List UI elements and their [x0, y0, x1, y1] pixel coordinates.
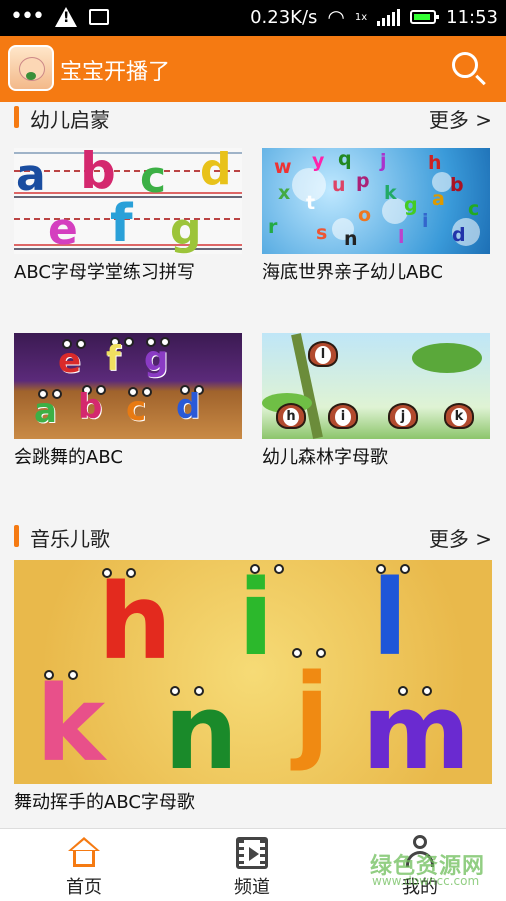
app-bar: 宝宝开播了	[0, 36, 506, 102]
thumb-letter: x	[278, 182, 291, 204]
section-accent-bar	[14, 525, 19, 547]
watermark-subtext: www.downcc.com	[372, 874, 480, 888]
video-card[interactable]: w y q j h x u p k b t g a s o c r n l d …	[262, 148, 490, 288]
signal-icon	[377, 8, 401, 26]
thumb-letter: g	[170, 204, 202, 254]
app-title: 宝宝开播了	[60, 60, 171, 85]
thumb-letter: a	[432, 188, 445, 210]
thumb-letter: j	[294, 651, 330, 773]
thumb-letter: c	[140, 152, 167, 203]
video-thumbnail[interactable]: l h i j k	[262, 333, 490, 439]
thumb-letter: i	[335, 408, 351, 426]
section-header-music: 音乐儿歌 更多 >	[0, 521, 506, 551]
video-caption[interactable]: 幼儿森林字母歌	[262, 443, 388, 469]
thumb-letter: d	[200, 148, 232, 195]
image-icon	[88, 9, 109, 25]
thumb-letter: o	[358, 204, 372, 226]
thumb-letter: u	[332, 174, 346, 196]
battery-icon	[410, 10, 440, 24]
thumb-letter: k	[451, 408, 467, 426]
video-thumbnail[interactable]: w y q j h x u p k b t g a s o c r n l d …	[262, 148, 490, 254]
video-caption[interactable]: 会跳舞的ABC	[14, 443, 123, 469]
more-link[interactable]: 更多 >	[429, 523, 492, 552]
app-logo	[8, 45, 54, 91]
thumb-letter: a	[16, 150, 46, 201]
nav-label: 首页	[66, 877, 102, 898]
thumb-letter: b	[80, 148, 116, 200]
thumb-letter: c	[126, 389, 147, 429]
thumb-letter: d	[452, 224, 466, 246]
nav-home[interactable]: 首页	[0, 829, 168, 901]
section-accent-bar	[14, 106, 19, 128]
video-card[interactable]: l h i j k 幼儿森林字母歌	[262, 333, 490, 473]
thumb-letter: p	[356, 170, 370, 192]
search-icon[interactable]	[452, 52, 478, 78]
thumb-letter: i	[238, 560, 274, 679]
thumb-letter: f	[106, 339, 121, 379]
thumb-letter: a	[34, 391, 57, 431]
net-speed: 0.23K/s	[250, 6, 318, 28]
thumb-letter: l	[398, 226, 405, 248]
thumb-letter: e	[48, 204, 78, 254]
video-caption[interactable]: 舞动挥手的ABC字母歌	[14, 788, 195, 814]
thumb-letter: d	[176, 387, 201, 427]
thumb-letter: s	[316, 222, 328, 244]
video-card[interactable]: h i l k n j m 舞动挥手的ABC字母歌	[14, 560, 492, 814]
video-thumbnail[interactable]: e f g a b c d	[14, 333, 242, 439]
wifi-icon: ◠	[327, 5, 345, 29]
signal-label: 1x	[354, 11, 368, 23]
thumb-letter: r	[268, 216, 278, 238]
clock: 11:53	[446, 6, 498, 28]
nav-channels[interactable]: 频道	[168, 829, 336, 901]
nav-label: 频道	[234, 877, 270, 898]
alert-icon	[54, 7, 77, 27]
video-caption[interactable]: ABC字母学堂练习拼写	[14, 258, 195, 284]
video-card[interactable]: e f g a b c d 会跳舞的ABC	[14, 333, 242, 473]
thumb-letter: j	[380, 150, 387, 172]
thumb-letter: n	[164, 671, 239, 784]
section-title: 幼儿启蒙	[30, 108, 110, 132]
status-bar: ••• 0.23K/s ◠ 1x 11:53	[0, 0, 506, 36]
thumb-letter: k	[384, 182, 397, 204]
thumb-letter: w	[274, 156, 292, 178]
section-title: 音乐儿歌	[30, 527, 110, 551]
thumb-letter: t	[306, 192, 316, 214]
thumb-letter: n	[344, 228, 358, 250]
thumb-letter: g	[404, 194, 418, 216]
thumb-letter: l	[315, 346, 331, 364]
film-icon	[236, 837, 268, 869]
thumb-letter: k	[36, 663, 106, 784]
thumb-letter: j	[395, 408, 411, 426]
video-banner-thumbnail[interactable]: h i l k n j m	[14, 560, 492, 784]
thumb-letter: h	[98, 561, 173, 683]
video-thumbnail[interactable]: a b c d e f g	[14, 148, 242, 254]
home-icon	[68, 837, 100, 867]
thumb-letter: i	[422, 210, 429, 232]
video-card[interactable]: a b c d e f g ABC字母学堂练习拼写	[14, 148, 242, 288]
thumb-letter: e	[58, 341, 82, 381]
thumb-letter: b	[450, 174, 464, 196]
video-caption[interactable]: 海底世界亲子幼儿ABC	[262, 258, 443, 284]
section-header-enlightenment: 幼儿启蒙 更多 >	[0, 102, 506, 132]
more-dots-icon: •••	[10, 4, 45, 29]
thumb-letter: q	[338, 148, 352, 170]
thumb-letter: h	[428, 152, 442, 174]
thumb-letter: h	[283, 408, 299, 426]
thumb-letter: l	[372, 560, 408, 679]
thumb-letter: m	[362, 671, 471, 784]
more-link[interactable]: 更多 >	[429, 104, 492, 133]
thumb-letter: y	[312, 150, 325, 172]
thumb-letter: g	[144, 339, 169, 379]
thumb-letter: b	[78, 387, 103, 427]
thumb-letter: c	[468, 198, 480, 220]
thumb-letter: f	[110, 194, 133, 254]
